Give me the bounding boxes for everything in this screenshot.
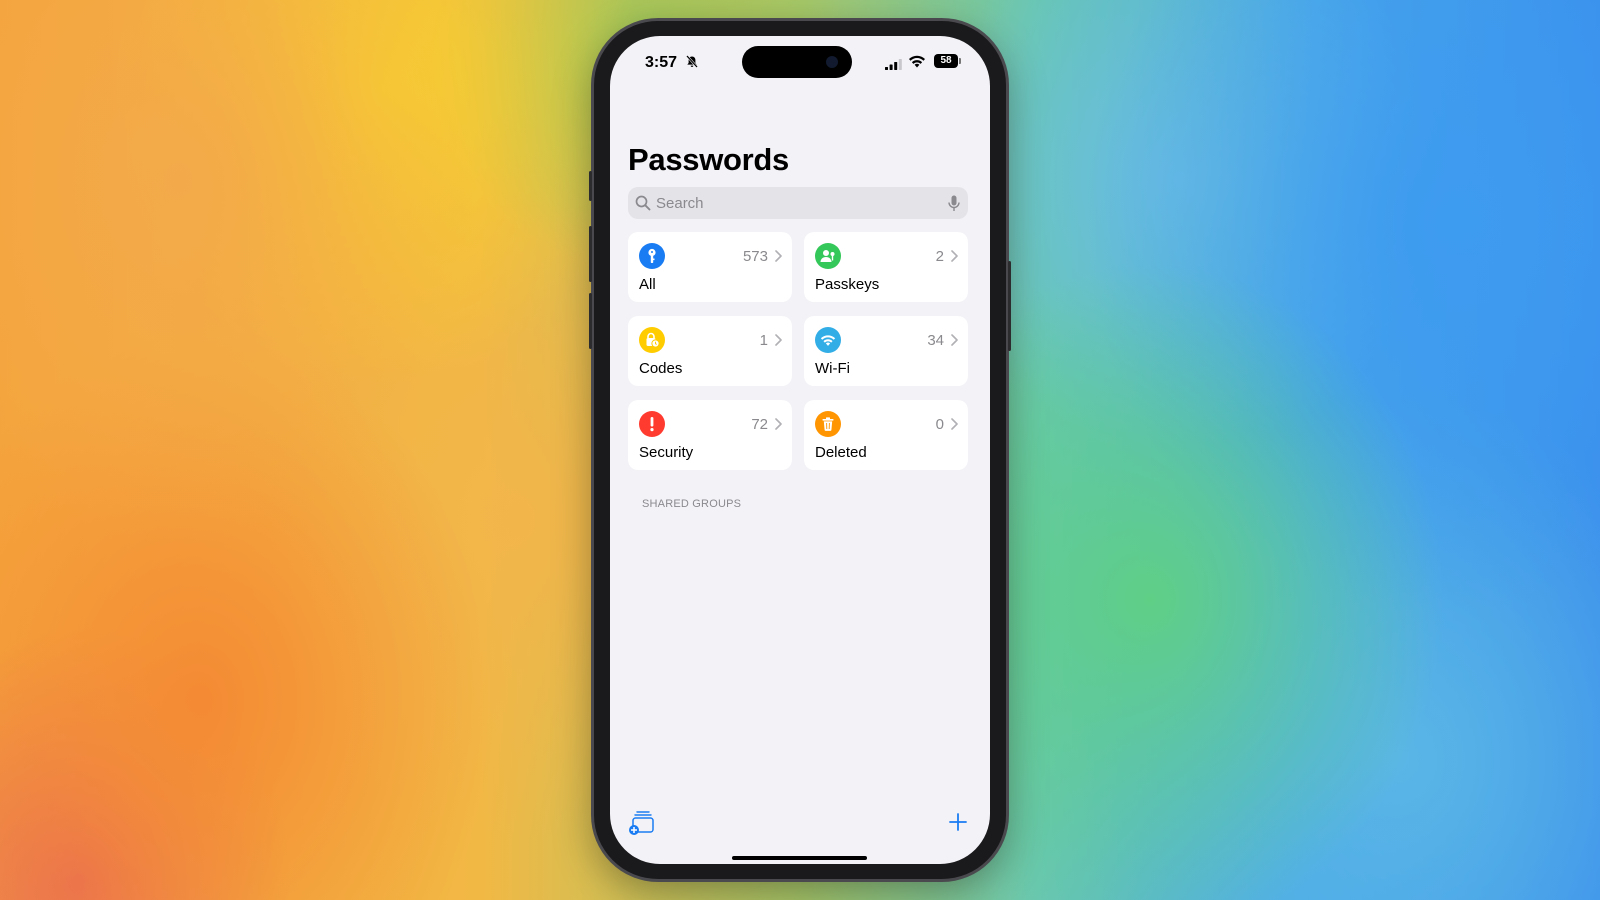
trash-icon: [815, 411, 841, 437]
chevron-right-icon: [775, 333, 782, 351]
dynamic-island: [742, 46, 852, 78]
category-label: Wi-Fi: [815, 360, 850, 377]
phone-screen: 3:57 58 Passwords Search 573 All 2 Passk…: [610, 36, 990, 864]
status-bar: 3:57 58: [610, 36, 990, 86]
category-codes[interactable]: 1 Codes: [628, 316, 792, 386]
chevron-right-icon: [951, 417, 958, 435]
category-count: 72: [751, 416, 768, 433]
category-passkeys[interactable]: 2 Passkeys: [804, 232, 968, 302]
volume-up-button: [589, 226, 592, 282]
silent-bell-icon: [686, 55, 698, 73]
category-all[interactable]: 573 All: [628, 232, 792, 302]
person-key-icon: [815, 243, 841, 269]
front-camera: [826, 56, 838, 68]
new-group-icon[interactable]: [628, 810, 654, 841]
microphone-icon[interactable]: [948, 195, 960, 217]
cellular-signal-icon: [885, 57, 903, 75]
exclamation-icon: [639, 411, 665, 437]
chevron-right-icon: [951, 249, 958, 267]
battery-level: 58: [940, 55, 952, 66]
page-title: Passwords: [628, 142, 789, 177]
key-icon: [639, 243, 665, 269]
category-deleted[interactable]: 0 Deleted: [804, 400, 968, 470]
category-label: All: [639, 276, 656, 293]
chevron-right-icon: [951, 333, 958, 351]
home-indicator[interactable]: [732, 856, 867, 860]
status-time: 3:57: [645, 54, 678, 71]
search-bar[interactable]: Search: [628, 187, 968, 219]
category-security[interactable]: 72 Security: [628, 400, 792, 470]
chevron-right-icon: [775, 249, 782, 267]
wifi-icon: [815, 327, 841, 353]
category-count: 34: [927, 332, 944, 349]
category-wifi[interactable]: 34 Wi-Fi: [804, 316, 968, 386]
wifi-status-icon: [908, 55, 926, 73]
volume-down-button: [589, 293, 592, 349]
plus-icon[interactable]: [948, 812, 968, 837]
category-count: 0: [935, 416, 944, 433]
search-icon: [635, 195, 651, 216]
search-placeholder: Search: [656, 195, 704, 212]
lock-clock-icon: [639, 327, 665, 353]
power-button: [1008, 261, 1011, 351]
category-count: 2: [935, 248, 944, 265]
category-count: 1: [759, 332, 768, 349]
category-label: Security: [639, 444, 694, 461]
category-label: Codes: [639, 360, 683, 377]
category-count: 573: [742, 248, 768, 265]
category-label: Deleted: [815, 444, 867, 461]
action-button: [589, 171, 592, 201]
shared-groups-header: SHARED GROUPS: [642, 498, 742, 510]
battery-indicator: 58: [934, 54, 961, 68]
iphone-frame: 3:57 58 Passwords Search 573 All 2 Passk…: [589, 21, 1011, 879]
chevron-right-icon: [775, 417, 782, 435]
category-label: Passkeys: [815, 276, 880, 293]
